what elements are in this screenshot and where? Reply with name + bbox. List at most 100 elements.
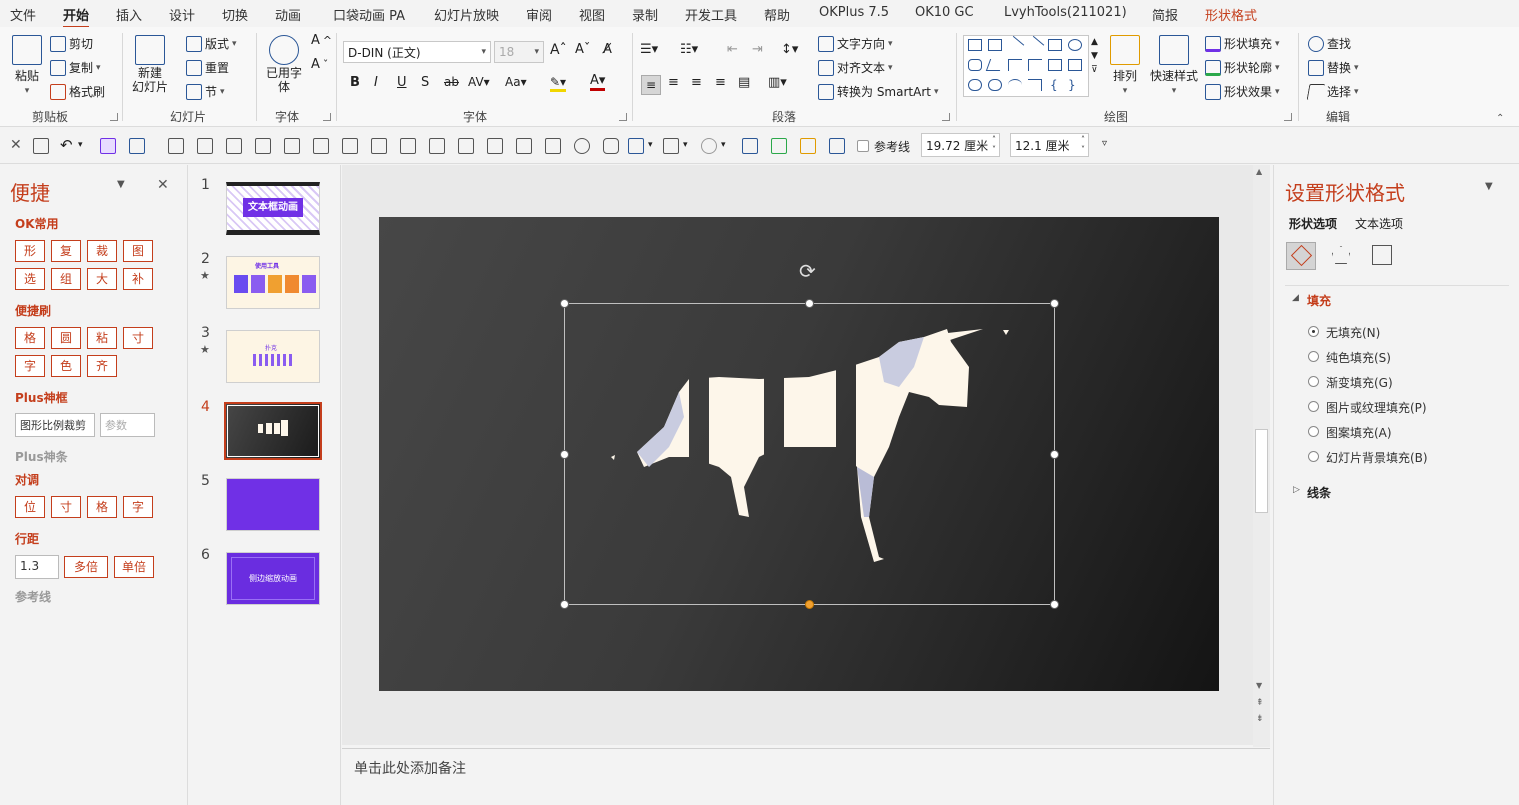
pentagon-effects-icon[interactable] bbox=[1332, 246, 1350, 264]
tab-ok10[interactable]: OK10 GC bbox=[915, 5, 974, 20]
slide-thumbnail-1[interactable]: 文本框动画 bbox=[226, 182, 320, 235]
shape-fill-button[interactable]: 形状填充 ▾ bbox=[1205, 35, 1280, 52]
resize-handle-top[interactable] bbox=[805, 299, 814, 308]
pane-close-icon[interactable]: ✕ bbox=[157, 177, 169, 193]
paste-button[interactable]: 粘贴 ▾ bbox=[12, 35, 42, 96]
triangle-shape-icon[interactable] bbox=[985, 59, 1005, 71]
tab-text-options[interactable]: 文本选项 bbox=[1355, 215, 1403, 232]
next-slide-icon[interactable]: ⇟ bbox=[1256, 714, 1264, 724]
no-fill-label[interactable]: 无填充(N) bbox=[1326, 324, 1380, 341]
brush-btn-format[interactable]: 格 bbox=[15, 327, 45, 349]
format-pane-menu-icon[interactable]: ▼ bbox=[1485, 181, 1493, 192]
undo-dropdown-icon[interactable]: ▾ bbox=[78, 140, 83, 150]
ok-btn-fill[interactable]: 补 bbox=[123, 268, 153, 290]
numbering-icon[interactable]: ☷▾ bbox=[680, 42, 698, 57]
elbow-arrow-icon[interactable] bbox=[1028, 59, 1042, 71]
line-expand-icon[interactable]: ▷ bbox=[1293, 485, 1300, 495]
align-middle-objects-icon[interactable] bbox=[342, 138, 358, 154]
scroll-thumb[interactable] bbox=[1255, 429, 1268, 513]
pattern-fill-label[interactable]: 图案填充(A) bbox=[1326, 424, 1392, 441]
size-properties-icon[interactable] bbox=[1372, 245, 1392, 265]
freeform-shape-icon[interactable] bbox=[968, 79, 982, 91]
select-button[interactable]: 选择 ▾ bbox=[1306, 83, 1359, 100]
font-name-select[interactable]: D-DIN (正文) ▾ bbox=[343, 41, 491, 63]
align-center-icon[interactable]: ≡ bbox=[668, 75, 679, 90]
highlight-icon[interactable]: ✎▾ bbox=[550, 75, 567, 92]
elbow-connector-icon[interactable] bbox=[1008, 59, 1022, 71]
brush-btn-text[interactable]: 字 bbox=[15, 355, 45, 377]
underline-icon[interactable]: U bbox=[397, 75, 407, 90]
merge-dropdown-icon[interactable]: ▾ bbox=[721, 140, 726, 150]
width-input[interactable]: 19.72 厘米 ˄ ˅ bbox=[921, 133, 1000, 157]
cut-button[interactable]: 剪切 bbox=[50, 35, 93, 52]
align-text-button[interactable]: 对齐文本 ▾ bbox=[818, 59, 893, 76]
ok-btn-size[interactable]: 大 bbox=[87, 268, 117, 290]
selection-frame[interactable] bbox=[564, 303, 1055, 605]
save-icon[interactable] bbox=[100, 138, 116, 154]
align-right-objects-icon[interactable] bbox=[226, 138, 242, 154]
brace-right-icon[interactable]: } bbox=[1068, 78, 1076, 92]
font-size-select[interactable]: 18 ▾ bbox=[494, 41, 544, 63]
justify-icon[interactable]: ≡ bbox=[715, 75, 726, 90]
bullets-icon[interactable]: ☰▾ bbox=[640, 42, 658, 57]
align-left-objects-icon[interactable] bbox=[197, 138, 213, 154]
increase-indent-icon[interactable]: ⇥ bbox=[752, 42, 763, 57]
close-x-icon[interactable]: ✕ bbox=[10, 137, 22, 153]
rotate-handle-icon[interactable]: ⟳ bbox=[799, 259, 816, 283]
find-button[interactable]: 查找 bbox=[1308, 35, 1351, 52]
swap-btn-size[interactable]: 寸 bbox=[51, 496, 81, 518]
text-direction-button[interactable]: 文字方向 ▾ bbox=[818, 35, 893, 52]
rectangle-icon[interactable] bbox=[545, 138, 561, 154]
distribute-vertical-icon[interactable] bbox=[371, 138, 387, 154]
bold-icon[interactable]: B bbox=[350, 75, 360, 90]
format-painter-quick-icon[interactable] bbox=[742, 138, 758, 154]
align-center-objects-icon[interactable] bbox=[313, 138, 329, 154]
tab-home[interactable]: 开始 bbox=[63, 5, 90, 29]
tab-shape-options[interactable]: 形状选项 bbox=[1289, 215, 1337, 232]
quick-styles-button[interactable]: 快速样式 ▾ bbox=[1150, 35, 1198, 96]
ungroup-icon[interactable] bbox=[458, 138, 474, 154]
reset-button[interactable]: 重置 bbox=[186, 59, 229, 76]
down-arrow-shape-icon[interactable] bbox=[1068, 59, 1082, 71]
textbox-shape-icon[interactable] bbox=[968, 39, 982, 51]
resize-handle-left[interactable] bbox=[560, 450, 569, 459]
ok-btn-image[interactable]: 图 bbox=[123, 240, 153, 262]
shadow-icon[interactable]: S bbox=[421, 75, 429, 90]
radio-gradient-fill[interactable] bbox=[1308, 376, 1319, 387]
brace-left-icon[interactable]: { bbox=[1050, 78, 1058, 92]
increase-font-size-icon[interactable]: Aˆ bbox=[550, 42, 567, 58]
slide-thumbnail-5[interactable] bbox=[226, 478, 320, 531]
section-button[interactable]: 节 ▾ bbox=[186, 83, 225, 100]
scroll-up-icon[interactable]: ▲ bbox=[1256, 167, 1262, 176]
ok-btn-crop[interactable]: 裁 bbox=[87, 240, 117, 262]
brush-btn-size[interactable]: 寸 bbox=[123, 327, 153, 349]
customize-toolbar-icon[interactable]: ▿ bbox=[1102, 138, 1107, 149]
outline-dropdown-icon[interactable]: ▾ bbox=[683, 140, 688, 150]
gradient-fill-label[interactable]: 渐变填充(G) bbox=[1326, 374, 1393, 391]
tab-animations[interactable]: 动画 bbox=[275, 5, 301, 24]
replace-button[interactable]: 替换 ▾ bbox=[1308, 59, 1359, 76]
tab-file[interactable]: 文件 bbox=[10, 5, 36, 24]
single-spacing-button[interactable]: 单倍 bbox=[114, 556, 154, 578]
shape-effects-button[interactable]: 形状效果 ▾ bbox=[1205, 83, 1280, 100]
selection-pane-icon[interactable] bbox=[829, 138, 845, 154]
oval-icon[interactable] bbox=[574, 138, 590, 154]
strikethrough-icon[interactable]: ab bbox=[444, 75, 459, 89]
radio-no-fill[interactable] bbox=[1308, 326, 1319, 337]
fill-section-title[interactable]: 填充 bbox=[1307, 292, 1331, 309]
collapse-ribbon-icon[interactable]: ⌃ bbox=[1496, 113, 1504, 124]
tab-shape-format[interactable]: 形状格式 bbox=[1205, 5, 1257, 24]
swap-btn-format[interactable]: 格 bbox=[87, 496, 117, 518]
oval-shape-icon[interactable] bbox=[1068, 39, 1082, 51]
line-spacing-input[interactable]: 1.3 bbox=[15, 555, 59, 579]
scribble-shape-icon[interactable] bbox=[988, 79, 1002, 91]
resize-handle-bottom[interactable] bbox=[805, 600, 814, 609]
columns-icon[interactable]: ▥▾ bbox=[768, 75, 787, 90]
tab-view[interactable]: 视图 bbox=[579, 5, 605, 24]
textbox-icon[interactable] bbox=[129, 138, 145, 154]
tab-record[interactable]: 录制 bbox=[632, 5, 658, 24]
align-bottom-objects-icon[interactable] bbox=[255, 138, 271, 154]
rounded-rect-icon[interactable] bbox=[603, 138, 619, 154]
position-icon[interactable] bbox=[800, 138, 816, 154]
tab-transitions[interactable]: 切换 bbox=[222, 5, 248, 24]
